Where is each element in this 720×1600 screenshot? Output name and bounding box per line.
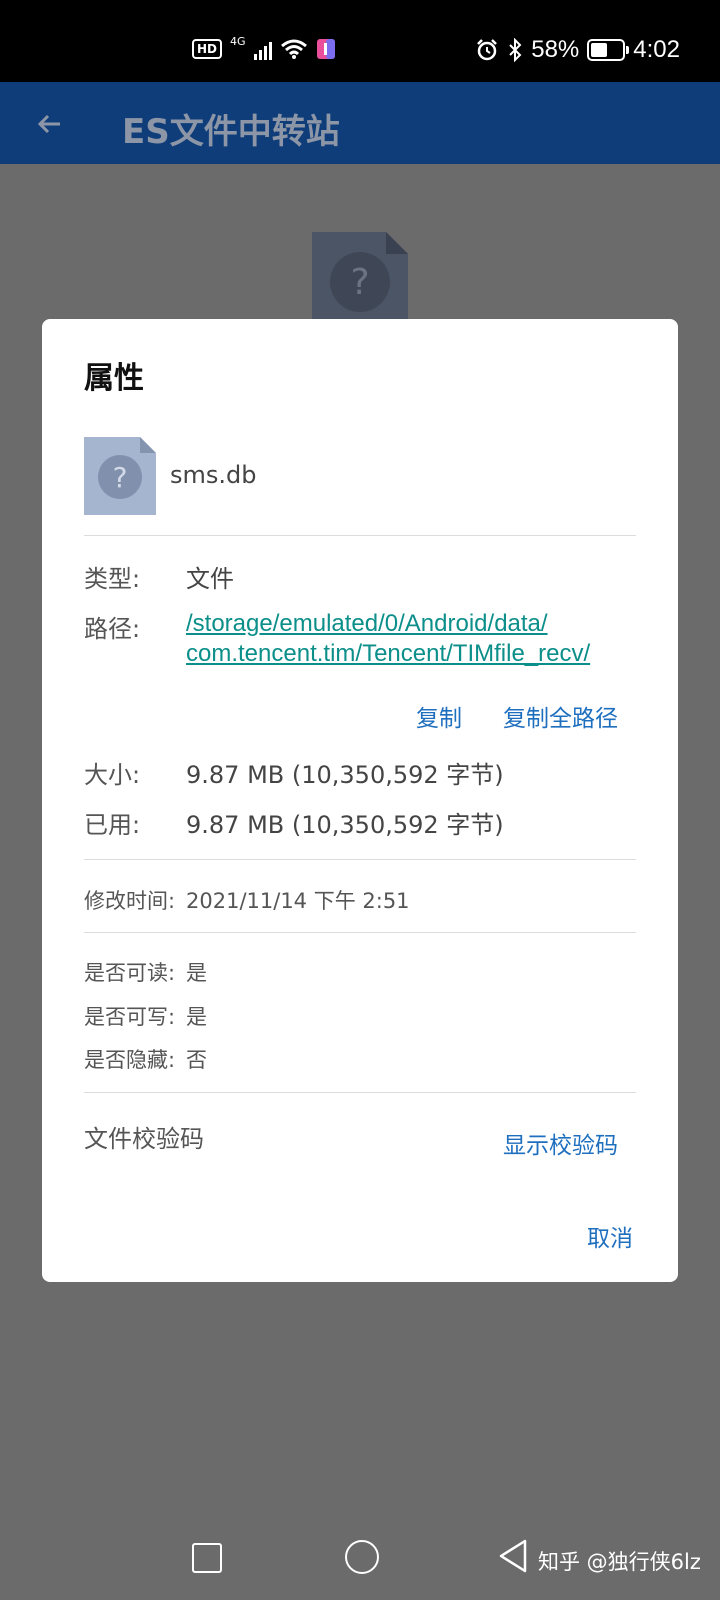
copy-full-path-button[interactable]: 复制全路径 bbox=[503, 699, 618, 733]
recents-square-icon[interactable] bbox=[192, 1543, 222, 1573]
notification-app-icon bbox=[316, 39, 335, 59]
used-value: 9.87 MB (10,350,592 字节) bbox=[186, 811, 504, 839]
svg-text:?: ? bbox=[113, 461, 128, 494]
writable-value: 是 bbox=[186, 1005, 207, 1029]
status-time: 4:02 bbox=[633, 36, 680, 63]
readable-value: 是 bbox=[186, 961, 207, 985]
copy-button[interactable]: 复制 bbox=[416, 699, 462, 733]
battery-percent: 58% bbox=[531, 36, 580, 63]
status-bar: HD 4G 58% 4:02 bbox=[0, 0, 720, 82]
writable-label: 是否可写: bbox=[84, 1005, 176, 1029]
app-bar: ES文件中转站 bbox=[0, 82, 720, 164]
path-link[interactable]: /storage/emulated/0/Android/data/ com.te… bbox=[186, 609, 590, 669]
path-line-2: com.tencent.tim/Tencent/TIMfile_recv/ bbox=[186, 640, 591, 667]
status-left: HD 4G bbox=[192, 34, 336, 60]
battery-icon bbox=[587, 39, 630, 61]
hidden-value: 否 bbox=[186, 1048, 207, 1072]
modified-label: 修改时间: bbox=[84, 889, 176, 913]
background-file-icon: ? bbox=[312, 232, 408, 322]
readable-label: 是否可读: bbox=[84, 961, 176, 985]
navigation-bar: 知乎 @独行侠6lz bbox=[0, 1520, 720, 1600]
back-arrow-icon[interactable] bbox=[30, 104, 70, 144]
divider bbox=[84, 535, 636, 536]
size-value: 9.87 MB (10,350,592 字节) bbox=[186, 761, 504, 789]
show-checksum-button[interactable]: 显示校验码 bbox=[503, 1126, 618, 1160]
type-label: 类型: bbox=[84, 565, 141, 593]
divider bbox=[84, 1092, 636, 1093]
hd-badge: HD bbox=[192, 39, 223, 59]
size-label: 大小: bbox=[84, 761, 141, 789]
home-circle-icon[interactable] bbox=[345, 1540, 379, 1574]
checksum-label: 文件校验码 bbox=[84, 1125, 204, 1153]
divider bbox=[84, 932, 636, 933]
app-title: ES文件中转站 bbox=[122, 112, 340, 152]
bluetooth-icon bbox=[509, 38, 522, 62]
file-unknown-icon: ? bbox=[84, 437, 156, 515]
network-gen: 4G bbox=[230, 34, 246, 48]
divider bbox=[84, 859, 636, 860]
type-value: 文件 bbox=[186, 565, 234, 593]
alarm-icon bbox=[477, 39, 498, 61]
path-label: 路径: bbox=[84, 615, 141, 643]
cancel-button[interactable]: 取消 bbox=[587, 1219, 633, 1253]
wifi-icon bbox=[280, 39, 307, 59]
back-triangle-icon[interactable] bbox=[498, 1538, 528, 1574]
signal-icon bbox=[253, 38, 272, 60]
dialog-title: 属性 bbox=[84, 361, 144, 396]
used-label: 已用: bbox=[84, 811, 141, 839]
status-right: 58% 4:02 bbox=[475, 36, 680, 64]
svg-text:?: ? bbox=[350, 262, 369, 303]
properties-dialog: 属性 ? sms.db 类型: 文件 路径: /storage/emulated… bbox=[42, 319, 678, 1282]
hidden-label: 是否隐藏: bbox=[84, 1048, 176, 1072]
file-name: sms.db bbox=[170, 461, 257, 489]
modified-value: 2021/11/14 下午 2:51 bbox=[186, 889, 410, 913]
watermark-text: 知乎 @独行侠6lz bbox=[538, 1550, 701, 1574]
path-line-1: /storage/emulated/0/Android/data/ bbox=[186, 610, 548, 637]
